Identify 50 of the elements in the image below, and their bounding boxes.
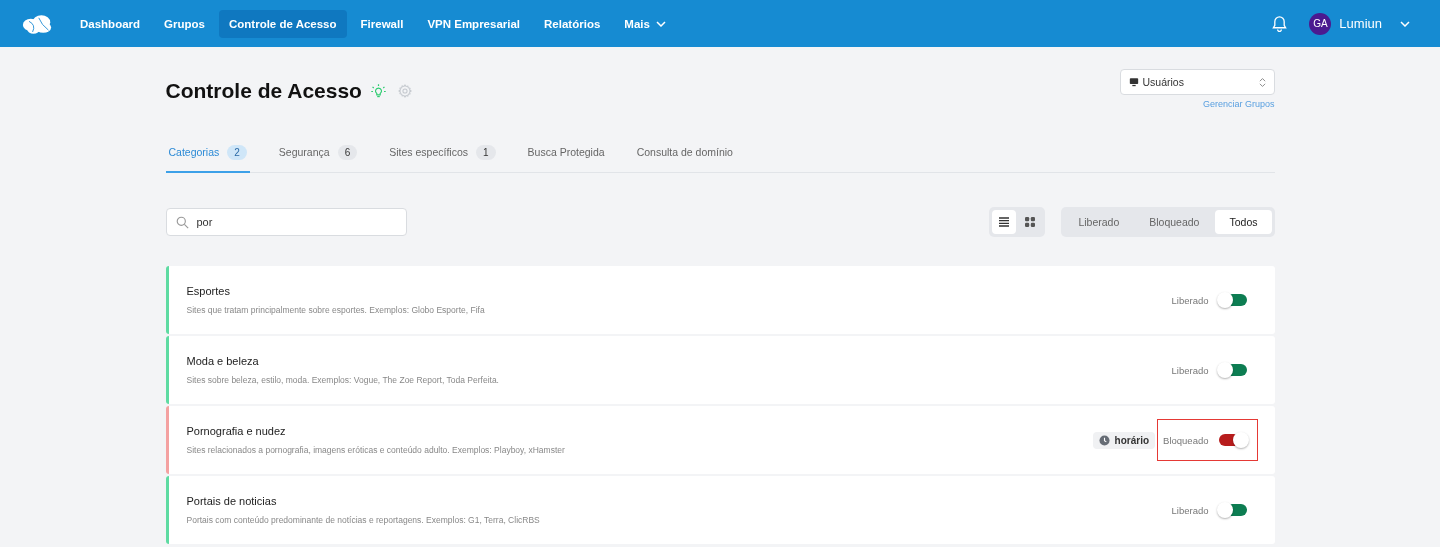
tab[interactable]: Busca Protegida: [524, 133, 608, 173]
status-label: Liberado: [1171, 294, 1209, 306]
monitor-icon: [1128, 77, 1139, 87]
category-name: Portais de noticias: [186, 495, 278, 507]
nav-link[interactable]: Dashboard: [70, 9, 151, 38]
notification-bell-icon[interactable]: [1272, 15, 1288, 32]
toggle-switch[interactable]: [1218, 504, 1247, 516]
tab[interactable]: Segurança 6: [275, 133, 361, 173]
nav-link[interactable]: Controle de Acesso: [218, 9, 347, 38]
clock-icon: [1098, 434, 1110, 446]
count-badge: 2: [227, 144, 247, 160]
group-select[interactable]: Usuários: [1119, 69, 1275, 95]
filter-option[interactable]: Todos: [1215, 210, 1272, 234]
nav-link[interactable]: Firewall: [350, 9, 414, 38]
category-name: Esportes: [186, 285, 231, 297]
filter-option[interactable]: Liberado: [1064, 210, 1134, 234]
toggle-switch[interactable]: [1218, 434, 1247, 446]
tab[interactable]: Consulta de domínio: [633, 133, 736, 173]
toggle-switch[interactable]: [1218, 364, 1247, 376]
category-name: Pornografia e nudez: [186, 425, 287, 437]
cloud-logo-icon[interactable]: [22, 13, 52, 34]
user-avatar: GA: [1309, 12, 1332, 35]
filter-option[interactable]: Bloqueado: [1135, 210, 1214, 234]
category-description: Sites que tratam principalmente sobre esportes. Exemplos: Globo Esporte, Fifa: [186, 305, 485, 315]
up-down-arrows-icon: [1258, 76, 1266, 88]
count-badge: 1: [476, 144, 496, 160]
count-badge: 6: [337, 144, 358, 160]
chevron-down-icon: [655, 20, 666, 27]
list-view-icon[interactable]: [992, 210, 1017, 234]
nav-link[interactable]: VPN Empresarial: [417, 9, 531, 38]
search-field[interactable]: por: [165, 208, 407, 236]
nav-link[interactable]: Grupos: [154, 9, 215, 38]
schedule-tag[interactable]: horário: [1092, 431, 1156, 449]
page-title: Controle de Acesso: [165, 79, 362, 103]
nav-link[interactable]: Relatórios: [534, 9, 611, 38]
user-name: Lumiun: [1339, 16, 1382, 31]
chevron-down-icon: [1400, 20, 1410, 27]
status-label: Liberado: [1171, 364, 1209, 376]
toggle-switch[interactable]: [1218, 294, 1247, 306]
nav-link[interactable]: Mais: [614, 9, 676, 38]
status-label: Bloqueado: [1163, 434, 1209, 446]
category-description: Sites sobre beleza, estilo, moda. Exemplos: Vogue, The Zoe Report, Toda Perfeita.: [186, 375, 499, 385]
tab[interactable]: Categorias 2: [165, 133, 250, 173]
category-name: Moda e beleza: [186, 355, 260, 367]
category-description: Portais com conteúdo predominante de notícias e reportagens. Exemplos: G1, Terra, ClicRBS: [186, 515, 540, 525]
manage-groups-link[interactable]: Gerenciar Grupos: [1202, 99, 1275, 109]
status-label: Liberado: [1171, 504, 1209, 516]
category-description: Sites relacionados a pornografia, imagens eróticas e conteúdo adulto. Exemplos: Playboy, xHamster: [186, 445, 565, 455]
user-menu[interactable]: GA Lumiun: [1309, 12, 1410, 35]
tab[interactable]: Sites específicos 1: [386, 133, 499, 173]
